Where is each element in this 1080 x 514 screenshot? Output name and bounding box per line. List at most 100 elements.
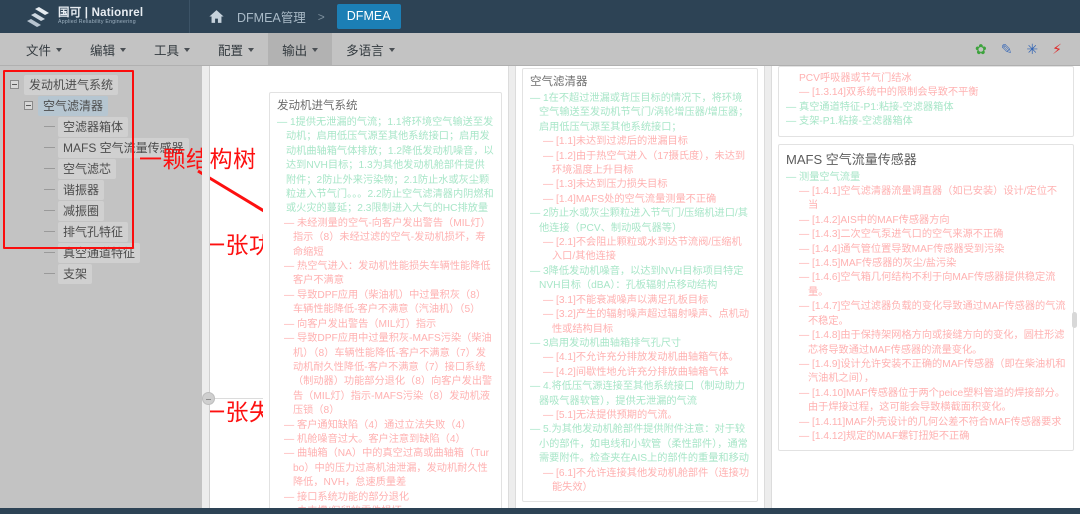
chevron-down-icon [388, 48, 395, 52]
mafs-node-12[interactable]: — [1.4.12]规定的MAF螺钉扭矩不正确 [786, 430, 1066, 444]
failure-node-4[interactable]: — 导致DPF应用中过量积灰-MAFS污染（柴油机）（8）车辆性能降低-客户不满… [277, 332, 494, 418]
airfilter-node-0[interactable]: — 1在不超过泄漏或背压目标的情况下，将环境空气输送至发动机节气门/涡轮增压器/… [530, 92, 750, 135]
app-logo[interactable]: 国可 | Nationrel Applied Reliability Engin… [0, 0, 190, 33]
failure-node-7[interactable]: — 曲轴箱（NA）中的真空过高或曲轴箱（Turbo）中的压力过高机油泄漏，发动机… [277, 447, 494, 490]
mafs-node-2[interactable]: — [1.4.2]AIS中的MAF传感器方向 [786, 214, 1066, 228]
airfilter-node-12[interactable]: — [4.2]间歇性地允许充分排放曲轴箱气体 [530, 366, 750, 380]
column-gutter-2[interactable] [764, 66, 772, 514]
annotation-structure-tree: 一颗结构树 [139, 147, 257, 173]
mafs-node-9[interactable]: — [1.4.9]设计允许安装不正确的MAF传感器（即在柴油机和汽油机之间）， [786, 358, 1066, 387]
divider-connector-line [208, 398, 263, 399]
tree-item-6[interactable]: 减振圈 [0, 200, 202, 221]
asterisk-icon[interactable]: ✳ [1026, 42, 1038, 56]
panel-collapse-handle[interactable] [202, 392, 215, 405]
breadcrumb-parent[interactable]: DFMEA管理 [237, 7, 306, 26]
airfilter-node-7[interactable]: — 3降低发动机噪音，以达到NVH目标项目特定NVH目标（dBA）：孔板辐射点移… [530, 265, 750, 294]
failure-node-1[interactable]: — 热空气进入：发动机性能损失车辆性能降低客户不满意 [277, 260, 494, 289]
failure-node-5[interactable]: — 客户通知缺陷（4）通过立法失败（4） [277, 419, 494, 433]
airfilter-node-13[interactable]: — 4.将低压气源连接至其他系统接口（制动助力器吸气器软管），提供无泄漏的气流 [530, 380, 750, 409]
airfilter-node-10[interactable]: — 3启用发动机曲轴箱排气孔尺寸 [530, 337, 750, 351]
airfilter-node-1[interactable]: — [1.1]未达到过滤后的泄漏目标 [530, 135, 750, 149]
workspace: 发动机进气系统 空气滤清器 空滤器箱体 MAFS 空气流量传感器 空气滤芯 谐振器 减振圈排… [0, 66, 1080, 514]
column-gutter-1[interactable] [508, 66, 516, 514]
tree-item-8[interactable]: 真空通道特征 [0, 242, 202, 263]
tree-item-2[interactable]: 空滤器箱体 [0, 116, 202, 137]
card-title: 空气滤清器 [530, 76, 588, 88]
mafs-node-1[interactable]: — [1.4.1]空气滤清器流量调直器（如已安装）设计/定位不当 [786, 185, 1066, 214]
column-scroll-thumb[interactable] [1072, 312, 1077, 328]
airfilter-node-16[interactable]: — [6.1]不允许连接其他发动机舱部件（连接功能失效） [530, 467, 750, 496]
mafs-node-3[interactable]: — [1.4.3]二次空气泵进气口的空气来源不正确 [786, 228, 1066, 242]
breadcrumb-separator: > [317, 9, 325, 24]
tree-item-7[interactable]: 排气孔特征 [0, 221, 202, 242]
menu-item-5[interactable]: 多语言 [332, 33, 409, 65]
gear-icon[interactable]: ✿ [975, 42, 987, 56]
tree-item-label: 发动机进气系统 [24, 74, 119, 95]
tree-expand-toggle-icon[interactable] [24, 101, 33, 110]
overflow-node-2[interactable]: — 真空通道特征-P1:粘接-空滤器箱体 [786, 101, 1066, 115]
content-column-airfilter[interactable]: 空气滤清器 — 1在不超过泄漏或背压目标的情况下，将环境空气输送至发动机节气门/… [516, 66, 764, 514]
menu-item-2[interactable]: 工具 [140, 33, 204, 65]
structure-tree-panel[interactable]: 发动机进气系统 空气滤清器 空滤器箱体 MAFS 空气流量传感器 空气滤芯 谐振器 减振圈排… [0, 66, 202, 514]
menubar-spacer [409, 33, 975, 65]
node-card-overflow[interactable]: PCV呼吸器或节气门结冰 — [1.3.14]双系统中的限制会导致不平衡 — 真空通… [778, 66, 1074, 137]
airfilter-node-4[interactable]: — [1.4]MAFS处的空气流量测量不正确 [530, 193, 750, 207]
mafs-node-8[interactable]: — [1.4.8]由于保持架网格方向或接缝方向的变化，圆柱形滤芯将导致通过MAF… [786, 329, 1066, 358]
tree-item-label: 空气滤芯 [58, 158, 117, 179]
main-menubar: 文件 编辑 工具 配置 输出 多语言 ✿ ✎ ✳ ⚡ [0, 33, 1080, 66]
mafs-node-7[interactable]: — [1.4.7]空气过滤器负载的变化导致通过MAF传感器的气流不稳定。 [786, 300, 1066, 329]
failure-node-8[interactable]: — 接口系统功能的部分退化 [277, 491, 494, 505]
menu-item-0[interactable]: 文件 [12, 33, 76, 65]
overflow-node-3[interactable]: — 支架-P1.粘接-空滤器箱体 [786, 115, 1066, 129]
mafs-node-10[interactable]: — [1.4.10]MAF传感器位于两个peice塑料管道的焊接部分。由于焊接过… [786, 387, 1066, 416]
airfilter-node-9[interactable]: — [3.2]产生的辐射噪声超过辐射噪声、点机动性或结构目标 [530, 308, 750, 337]
airfilter-node-5[interactable]: — 2防止水或灰尘颗粒进入节气门/压缩机进口/其他连接（PCV、制动吸气器等） [530, 207, 750, 236]
airfilter-node-11[interactable]: — [4.1]不允许充分排放发动机曲轴箱气体。 [530, 351, 750, 365]
app-header: 国可 | Nationrel Applied Reliability Engin… [0, 0, 1080, 33]
airfilter-node-2[interactable]: — [1.2]由于热空气进入（17摄氏度），未达到环境温度上升目标 [530, 150, 750, 179]
menu-item-4[interactable]: 输出 [268, 33, 333, 65]
home-icon[interactable] [208, 8, 225, 25]
chevron-down-icon [184, 48, 191, 52]
failure-node-2[interactable]: — 导致DPF应用（柴油机）中过量积灰（8）车辆性能降低-客户不满意（汽油机）（… [277, 289, 494, 318]
menu-item-list: 文件 编辑 工具 配置 输出 多语言 [0, 33, 409, 65]
lightning-icon[interactable]: ⚡ [1052, 42, 1062, 56]
node-card-system[interactable]: 发动机进气系统 — 1提供无泄漏的气流；1.1将环境空气输送至发动机；启用低压气… [269, 92, 502, 514]
chevron-down-icon [312, 48, 319, 52]
airfilter-node-15[interactable]: — 5.为其他发动机舱部件提供附件注意：对于较小的部件，如电线和小软管（柔性部件… [530, 423, 750, 466]
mafs-node-4[interactable]: — [1.4.4]通气管位置导致MAF传感器受到污染 [786, 243, 1066, 257]
overflow-node-1[interactable]: — [1.3.14]双系统中的限制会导致不平衡 [786, 86, 1066, 100]
tree-expand-toggle-icon[interactable] [10, 80, 19, 89]
airfilter-node-14[interactable]: — [5.1]无法提供预期的气流。 [530, 409, 750, 423]
function-node-0[interactable]: — 1提供无泄漏的气流；1.1将环境空气输送至发动机；启用低压气源至其他系统接口… [277, 116, 494, 217]
menu-item-3[interactable]: 配置 [204, 33, 268, 65]
mafs-node-0[interactable]: — 测量空气流量 [786, 171, 1066, 185]
tools-icon[interactable]: ✎ [1001, 42, 1013, 56]
tree-item-5[interactable]: 谐振器 [0, 179, 202, 200]
airfilter-node-8[interactable]: — [3.1]不能衰减噪声以满足孔板目标 [530, 294, 750, 308]
tree-branch-line [44, 168, 55, 169]
airfilter-node-3[interactable]: — [1.3]未达到压力损失目标 [530, 178, 750, 192]
airfilter-node-group: — 1在不超过泄漏或背压目标的情况下，将环境空气输送至发动机节气门/涡轮增压器/… [530, 92, 750, 495]
menu-item-1[interactable]: 编辑 [76, 33, 140, 65]
node-card-mafs[interactable]: MAFS 空气流量传感器 — 测量空气流量 — [1.4.1]空气滤清器流量调直器… [778, 143, 1074, 452]
menubar-icon-group: ✿ ✎ ✳ ⚡ [975, 33, 1080, 65]
node-card-airfilter[interactable]: 空气滤清器 — 1在不超过泄漏或背压目标的情况下，将环境空气输送至发动机节气门/… [522, 68, 758, 503]
airfilter-node-6[interactable]: — [2.1]不会阻止颗粒或水到达节流阀/压缩机入口/其他连接 [530, 236, 750, 265]
breadcrumb-current[interactable]: DFMEA [336, 4, 401, 29]
failure-node-3[interactable]: — 向客户发出警告（MIL灯）指示 [277, 318, 494, 332]
tree-item-0[interactable]: 发动机进气系统 [0, 74, 202, 95]
mafs-node-6[interactable]: — [1.4.6]空气箱几何结构不利于向MAF传感器提供稳定流量。 [786, 271, 1066, 300]
mafs-node-5[interactable]: — [1.4.5]MAF传感器的灰尘/盐污染 [786, 257, 1066, 271]
failure-node-0[interactable]: — 未经测量的空气-向客户发出警告（MIL灯）指示（8）未经过滤的空气-发动机损… [277, 217, 494, 260]
overflow-node-0[interactable]: PCV呼吸器或节气门结冰 [786, 72, 1066, 86]
content-column-mafs[interactable]: PCV呼吸器或节气门结冰 — [1.3.14]双系统中的限制会导致不平衡 — 真空通… [772, 66, 1080, 514]
failure-node-6[interactable]: — 机舱噪音过大。客户注意到缺陷（4） [277, 433, 494, 447]
panel-divider[interactable] [202, 66, 210, 514]
tree-item-1[interactable]: 空气滤清器 [0, 95, 202, 116]
tree-item-9[interactable]: 支架 [0, 263, 202, 284]
menu-item-label: 输出 [282, 43, 308, 58]
content-column-system[interactable]: 发动机进气系统 — 1提供无泄漏的气流；1.1将环境空气输送至发动机；启用低压气… [263, 66, 508, 514]
mafs-node-11[interactable]: — [1.4.11]MAF外壳设计的几何公差不符合MAF传感器要求 [786, 416, 1066, 430]
menu-item-label: 工具 [154, 43, 180, 58]
